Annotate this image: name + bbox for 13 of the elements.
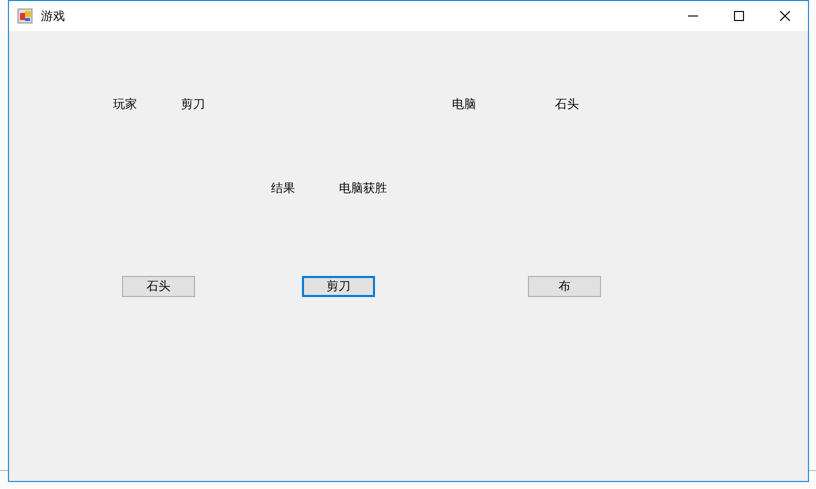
form-label: 玩家 [113, 97, 137, 111]
form-label: 剪刀 [181, 97, 205, 111]
choice-button[interactable]: 布 [528, 276, 601, 297]
choice-button[interactable]: 石头 [122, 276, 195, 297]
maximize-icon [734, 11, 744, 21]
form-label: 石头 [555, 97, 579, 111]
form-label: 电脑 [452, 97, 476, 111]
form-label: 结果 [271, 181, 295, 195]
form-label: 电脑获胜 [339, 181, 387, 195]
window-title: 游戏 [41, 8, 65, 24]
close-icon [780, 11, 790, 21]
app-icon [17, 8, 33, 24]
choice-button[interactable]: 剪刀 [302, 276, 375, 297]
